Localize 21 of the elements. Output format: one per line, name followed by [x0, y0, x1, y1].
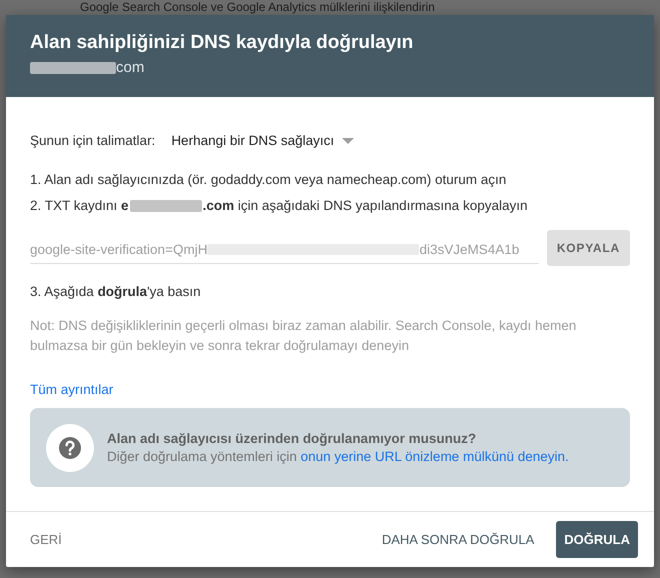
- help-title: Alan adı sağlayıcısı üzerinden doğrulanamıyor musunuz?: [107, 431, 478, 446]
- instruction-step: 3. Aşağıda doğrula'ya basın: [30, 284, 630, 299]
- help-icon: [46, 424, 94, 472]
- instruction-step: 1. Alan adı sağlayıcınızda (ör. godaddy.com veya namecheap.com) oturum açın: [30, 172, 630, 187]
- caret-icon: [342, 138, 354, 144]
- instructions-label: Şunun için talimatlar:: [30, 133, 156, 148]
- verify-button[interactable]: DOĞRULA: [556, 521, 638, 558]
- instruction-step: .com için aşağıdaki DNS yapılandırmasına kopyalayın: [202, 198, 528, 213]
- help-text: Diğer doğrulama yöntemleri için: [107, 449, 297, 464]
- copy-button[interactable]: KOPYALA: [546, 230, 630, 266]
- back-button[interactable]: GERİ: [22, 524, 70, 555]
- note-text: Not: DNS değişikliklerinin geçerli olması biraz zaman alabilir. Search Console, kaydı hemen bulmazsa bir gün bekleyin ve sonra tekrar doğrulamayı deneyin: [30, 317, 578, 355]
- domain-text: com: [116, 59, 144, 76]
- verify-later-button[interactable]: DAHA SONRA DOĞRULA: [374, 524, 542, 555]
- dialog-title: Alan sahipliğinizi DNS kaydıyla doğrulayın: [30, 32, 414, 54]
- url-prefix-link[interactable]: onun yerine URL önizleme mülkünü deneyin.: [300, 449, 569, 464]
- instruction-step: 2. TXT kaydını e: [30, 198, 129, 213]
- verification-field[interactable]: google-site-verification=QmjH di3sVJeMS4A1b: [30, 232, 539, 264]
- background-heading: Google Search Console ve Google Analytics mülklerini ilişkilendirin: [80, 0, 435, 14]
- details-link[interactable]: Tüm ayrıntılar: [30, 382, 114, 397]
- provider-dropdown[interactable]: Herhangi bir DNS sağlayıcı: [171, 133, 354, 148]
